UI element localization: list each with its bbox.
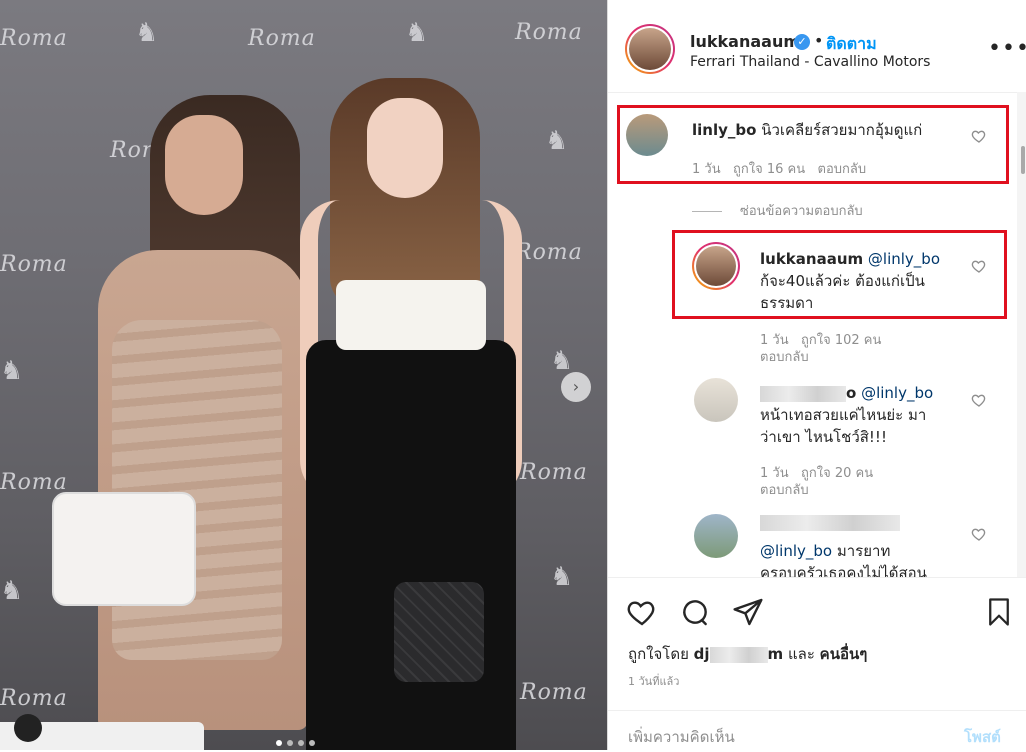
horse-logo-icon: ♞ bbox=[550, 346, 574, 376]
reply-likes[interactable]: ถูกใจ 20 คน bbox=[801, 466, 873, 481]
reply-author-avatar[interactable] bbox=[694, 378, 738, 422]
like-reply-heart-icon[interactable] bbox=[971, 526, 987, 542]
more-options-icon[interactable]: ••• bbox=[988, 36, 1026, 61]
horse-logo-icon: ♞ bbox=[405, 18, 429, 48]
overlay-avatar bbox=[14, 714, 42, 742]
hide-replies-toggle[interactable]: ซ่อนข้อความตอบกลับ bbox=[692, 200, 863, 221]
person-right-bow-top bbox=[336, 280, 486, 350]
reply-mention[interactable]: @linly_bo bbox=[861, 384, 933, 402]
blurred-username bbox=[760, 512, 900, 531]
highlight-box bbox=[672, 230, 1007, 319]
reply-text-line: ว่าเขา ไหนโชว์สิ!!! bbox=[760, 428, 887, 446]
liked-by-user[interactable]: dj m bbox=[694, 645, 784, 663]
reply-likes[interactable]: ถูกใจ 102 คน bbox=[801, 333, 881, 348]
save-bookmark-icon[interactable] bbox=[984, 596, 1014, 628]
location-link[interactable]: Ferrari Thailand - Cavallino Motors bbox=[690, 54, 930, 70]
reply-text-line: มารยาท bbox=[836, 542, 891, 560]
carousel-dot bbox=[276, 740, 282, 746]
reply-button[interactable]: ตอบกลับ bbox=[760, 483, 809, 498]
liked-by-and: และ bbox=[787, 645, 815, 663]
next-photo-button[interactable]: › bbox=[561, 372, 591, 402]
horse-logo-icon: ♞ bbox=[0, 356, 24, 386]
like-heart-icon[interactable] bbox=[626, 596, 658, 628]
horse-logo-icon: ♞ bbox=[550, 562, 574, 592]
horse-logo-icon: ♞ bbox=[545, 126, 569, 156]
highlight-box bbox=[617, 105, 1009, 184]
verified-badge-icon: ✓ bbox=[794, 34, 810, 50]
white-handbag bbox=[52, 492, 196, 606]
reply-username[interactable]: o bbox=[846, 384, 856, 402]
author-username[interactable]: lukkanaaum bbox=[690, 32, 800, 51]
roma-watermark: Roma bbox=[248, 26, 316, 51]
reply-text-line: ครอบครัวเธอคงไม่ได้สอน bbox=[760, 564, 927, 577]
reply-time[interactable]: 1 วัน bbox=[760, 333, 789, 348]
post-comment-button[interactable]: โพสต์ bbox=[964, 725, 1001, 749]
post-photo[interactable]: Roma Roma Roma Roma Roma Roma Roma Roma … bbox=[0, 0, 607, 750]
scrollbar-thumb[interactable] bbox=[1021, 146, 1025, 174]
person-left-dress bbox=[112, 320, 282, 660]
post-header: lukkanaaum ✓ • ติดตาม Ferrari Thailand -… bbox=[608, 6, 1026, 93]
horse-logo-icon: ♞ bbox=[0, 576, 24, 606]
roma-watermark: Roma bbox=[0, 470, 68, 495]
separator-dot: • bbox=[814, 31, 824, 50]
carousel-dot bbox=[298, 740, 304, 746]
roma-watermark: Roma bbox=[0, 252, 68, 277]
add-comment-input[interactable]: เพิ่มความคิดเห็น bbox=[628, 725, 735, 749]
roma-watermark: Roma bbox=[520, 460, 588, 485]
like-reply-heart-icon[interactable] bbox=[971, 392, 987, 408]
comment-bubble-icon[interactable] bbox=[679, 596, 711, 628]
post-side-panel: lukkanaaum ✓ • ติดตาม Ferrari Thailand -… bbox=[607, 0, 1026, 751]
roma-watermark: Roma bbox=[515, 20, 583, 45]
horse-logo-icon: ♞ bbox=[135, 18, 159, 48]
post-timestamp[interactable]: 1 วันที่แล้ว bbox=[628, 672, 679, 690]
person-right-jumpsuit bbox=[306, 340, 516, 750]
black-quilted-bag bbox=[394, 582, 484, 682]
carousel-dots bbox=[276, 740, 315, 746]
reply-button[interactable]: ตอบกลับ bbox=[760, 350, 809, 365]
post-footer: ถูกใจโดย dj m และ คนอื่นๆ 1 วันที่แล้ว เพ… bbox=[608, 577, 1026, 751]
blurred-username bbox=[760, 385, 846, 402]
add-comment-bar: เพิ่มความคิดเห็น โพสต์ bbox=[608, 710, 1026, 752]
author-avatar[interactable] bbox=[625, 24, 675, 74]
reply-text-line: หน้าเทอสวยแค่ไหนย่ะ มา bbox=[760, 406, 927, 424]
roma-watermark: Roma bbox=[0, 26, 68, 51]
liked-by-line: ถูกใจโดย dj m และ คนอื่นๆ bbox=[628, 642, 867, 666]
person-left-face bbox=[165, 115, 243, 215]
reply-item: @linly_bo มารยาท ครอบครัวเธอคงไม่ได้สอน bbox=[674, 508, 1014, 577]
reply-mention[interactable]: @linly_bo bbox=[760, 542, 832, 560]
reply-author-avatar[interactable] bbox=[694, 514, 738, 558]
reply-item: o @linly_bo หน้าเทอสวยแค่ไหนย่ะ มา ว่าเข… bbox=[674, 370, 1014, 500]
roma-watermark: Roma bbox=[520, 680, 588, 705]
liked-by-others-link[interactable]: คนอื่นๆ bbox=[820, 645, 868, 663]
reply-time[interactable]: 1 วัน bbox=[760, 466, 789, 481]
liked-by-prefix: ถูกใจโดย bbox=[628, 645, 689, 663]
share-send-icon[interactable] bbox=[732, 596, 764, 628]
roma-watermark: Roma bbox=[515, 240, 583, 265]
chevron-right-icon: › bbox=[572, 377, 580, 396]
carousel-dot bbox=[287, 740, 293, 746]
roma-watermark: Roma bbox=[0, 686, 68, 711]
carousel-dot bbox=[309, 740, 315, 746]
person-right-face bbox=[367, 98, 443, 198]
